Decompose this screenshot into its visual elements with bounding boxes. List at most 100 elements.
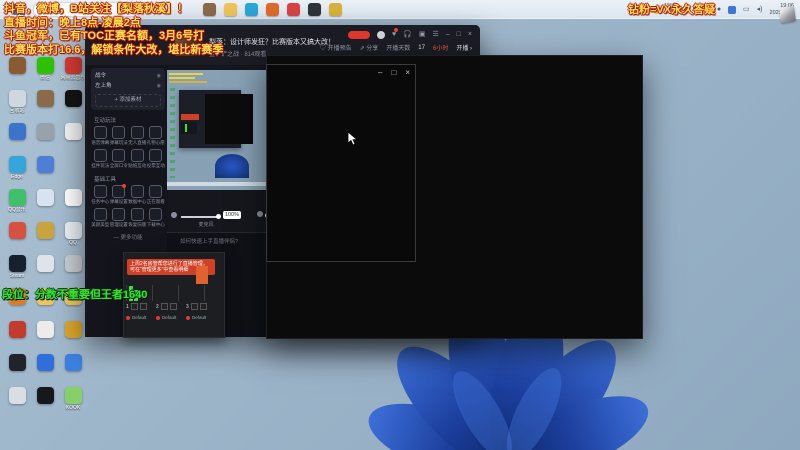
desktop-icon[interactable] [2,222,32,240]
taskbar-app-icon[interactable] [266,3,279,16]
scene-item[interactable]: 左上角 ◉ [95,81,161,91]
tool-button[interactable]: 数据中心 [128,185,147,205]
desktop-icon[interactable] [30,189,60,207]
tool-button[interactable]: 正在观看 [147,185,166,205]
desktop-icon[interactable] [58,90,88,108]
desktop-icon[interactable]: KOOK [58,387,88,411]
desktop-icon[interactable]: 网易云音乐 [58,57,88,81]
start-stream-button[interactable]: 开播 › [456,43,472,52]
dialog-close-button[interactable]: × [405,68,410,78]
tray-app-icon[interactable] [728,5,737,14]
search-icon [40,6,47,13]
taskbar-app-icon[interactable] [203,3,216,16]
tray-chevron-icon[interactable]: ∧ [691,5,696,15]
mixer-channel[interactable]: 1 [126,303,148,310]
gift-box-icon [779,6,796,23]
desktop-icon[interactable] [58,288,88,306]
taskbar-app-icon[interactable] [287,3,300,16]
section-header: 互动玩法 [94,118,117,124]
mixer-alert-block [196,266,208,284]
desktop-icon[interactable] [30,90,60,108]
avatar[interactable] [376,31,385,39]
scene-item[interactable]: 战令 ◉ [95,71,161,81]
headset-icon[interactable]: 🎧 [403,30,412,40]
desktop-icon[interactable] [2,387,32,405]
black-app-window[interactable]: – □ × [266,55,643,339]
network-icon[interactable]: ▭ [743,5,750,15]
tool-button[interactable]: 弹幕玩法 [110,126,129,146]
record-dot-icon [126,315,130,320]
dialog-minimize-button[interactable]: – [378,68,382,78]
desktop-icon[interactable] [2,354,32,372]
menu-icon[interactable]: ☰ [432,30,438,40]
desktop-icon[interactable]: 回收站 [2,90,32,114]
desktop-icon[interactable] [58,321,88,339]
tool-button[interactable]: 任务中心 [91,185,110,205]
desktop-icon[interactable] [30,156,60,174]
tray-settings-icon[interactable]: ⚙ [704,5,710,15]
desktop-icon[interactable] [30,354,60,372]
dialog-maximize-button[interactable]: □ [391,68,396,78]
desktop-icon[interactable] [58,189,88,207]
eye-icon[interactable]: ◉ [157,71,161,81]
days-value: 17 [418,44,425,51]
desktop-icon[interactable] [58,123,88,141]
stream-category: 金铲铲之战 · 814观看 [209,52,267,58]
taskbar-app-icon[interactable] [245,3,258,16]
desktop-icon[interactable] [30,288,60,306]
desktop-icon[interactable] [30,387,60,405]
tool-button[interactable]: 挂件玩法 [91,149,110,169]
desktop-icon[interactable] [30,123,60,141]
desktop-icon[interactable]: QQ音乐 [2,189,32,213]
maximize-button[interactable]: □ [457,30,461,40]
desktop-icon[interactable] [58,354,88,372]
mixer-channel[interactable]: 3 [186,303,208,310]
desktop-icon[interactable] [30,222,60,240]
tool-button[interactable]: 投票互动 [147,149,166,169]
desktop-icon[interactable] [2,288,32,306]
gift-panel-icon[interactable]: ▣ [419,30,426,40]
desktop-icon[interactable]: Steam [2,255,32,279]
tool-button[interactable]: 语音弹幕 [91,126,110,146]
eye-icon[interactable]: ◉ [157,81,161,91]
add-source-button[interactable]: + 添加素材 [95,94,161,107]
desktop-icon[interactable] [2,123,32,141]
promo-badge[interactable] [347,31,370,39]
desktop-icon[interactable] [30,321,60,339]
tool-button[interactable]: 美颜美型 [91,208,110,228]
desktop-icon[interactable] [2,321,32,339]
desktop-icon[interactable]: QQ [58,222,88,246]
tool-button[interactable]: 贴纸互动 [128,149,147,169]
share-button[interactable]: ⇗ 分享 [360,43,379,52]
tool-button[interactable]: 恢复旧版 [128,208,147,228]
quickstart-tip-link[interactable]: 如何快速上手直播伴侣? [180,237,238,245]
volume-icon[interactable]: ◂) [757,5,763,15]
start-button[interactable] [14,4,25,15]
close-button[interactable]: × [468,30,472,40]
mixer-channel[interactable]: 2 [156,303,178,310]
preview-announce-button[interactable]: ♡ 开播预告 [320,43,352,52]
more-tools-button[interactable]: — 更多功能 [88,233,168,241]
heart-icon[interactable]: ♥ [392,28,399,40]
desktop-icon[interactable]: 微信 [30,57,60,81]
taskbar-app-icon[interactable] [308,3,321,16]
scene-list: 战令 ◉ 左上角 ◉ + 添加素材 [91,68,165,110]
mic-volume-slider[interactable] [181,213,221,219]
desktop-icon[interactable] [2,57,32,75]
taskbar-app-icon[interactable] [224,3,237,16]
desktop-icon[interactable]: Edge [2,156,32,180]
tool-button[interactable]: 下载中心 [147,208,166,228]
tool-button[interactable]: 无人直播 [128,126,147,146]
desktop-icon[interactable] [30,255,60,273]
tool-button[interactable]: 全屏口令 [110,149,129,169]
speaker-icon [257,211,264,217]
tool-button[interactable]: 管理设置 [110,208,129,228]
tool-button[interactable]: 礼物心愿 [147,126,166,146]
taskbar-search[interactable]: 搜索 [33,2,139,17]
weather-widget[interactable]: 15°C 局部多云 [653,3,684,15]
tool-button[interactable]: 弹幕设置 [110,184,129,205]
tray-mic-icon[interactable]: ● [717,5,721,15]
minimize-button[interactable]: – [446,30,450,40]
desktop-icon[interactable] [58,255,88,273]
taskbar-app-icon[interactable] [329,3,342,16]
